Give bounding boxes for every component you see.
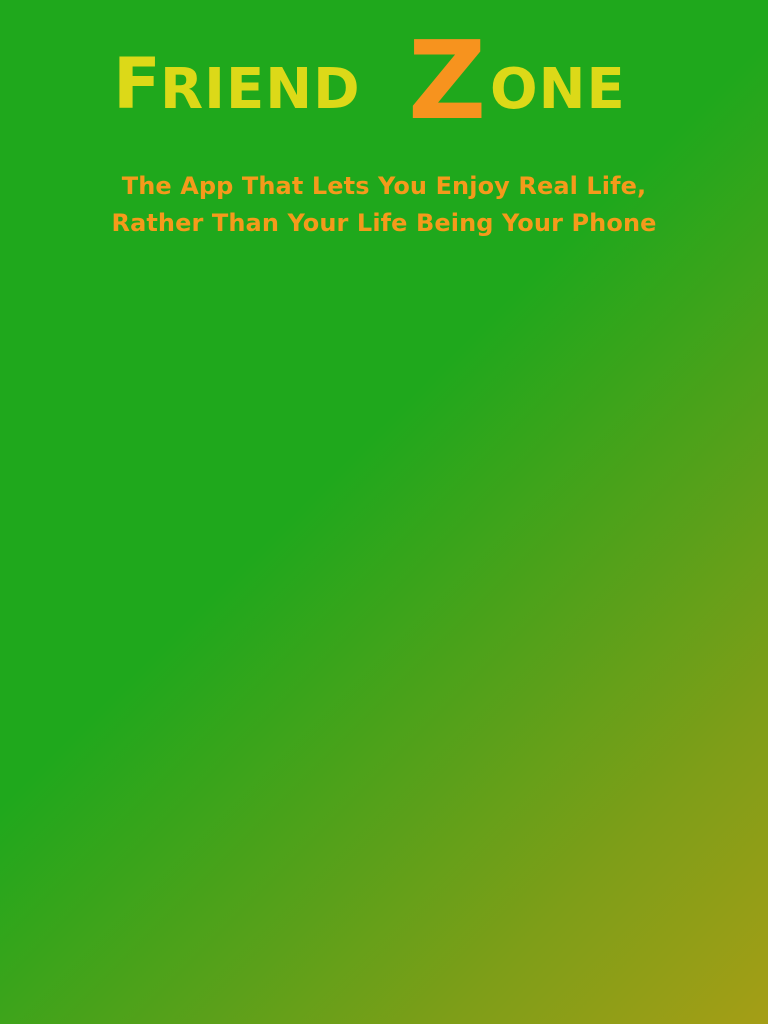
friendzone-logo-image: F RIEND Z ONE [113, 19, 626, 128]
app-logo: F RIEND Z ONE [0, 18, 768, 128]
tagline-line-2: Rather Than Your Life Being Your Phone [111, 209, 657, 237]
tagline-line-1: The App That Lets You Enjoy Real Life, [121, 172, 647, 200]
logo-letters-one: ONE [490, 57, 626, 122]
logo-letter-z: Z [408, 19, 486, 128]
logo-letters-riend: RIEND [160, 57, 361, 122]
logo-letter-f: F [113, 43, 161, 125]
tagline: The App That Lets You Enjoy Real Life, R… [0, 168, 768, 242]
